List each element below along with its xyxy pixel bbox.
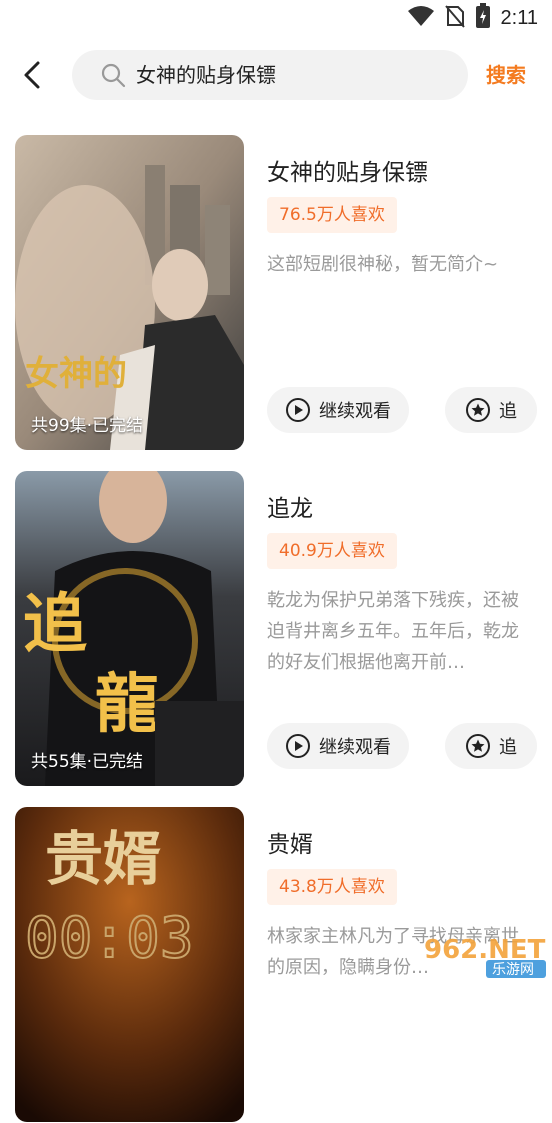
svg-text:乐游网: 乐游网 xyxy=(492,962,534,978)
back-button[interactable] xyxy=(16,57,52,93)
follow-button[interactable]: 追 xyxy=(445,387,537,433)
status-bar: 2:11 xyxy=(0,0,552,36)
battery-charging-icon xyxy=(475,3,491,33)
drama-title[interactable]: 贵婿 xyxy=(267,825,313,859)
continue-watching-button[interactable]: 继续观看 xyxy=(267,387,409,433)
star-circle-icon xyxy=(466,734,490,758)
result-card[interactable]: 女神的 共99集·已完结 女神的贴身保镖 76.5万人喜欢 这部短剧很神秘，暂无… xyxy=(0,135,552,451)
svg-text:女神的: 女神的 xyxy=(25,354,127,394)
poster-image: 贵婿 00:03 xyxy=(15,807,244,1122)
drama-title[interactable]: 追龙 xyxy=(267,489,313,523)
continue-watching-button[interactable]: 继续观看 xyxy=(267,723,409,769)
star-circle-icon xyxy=(466,398,490,422)
chevron-left-icon xyxy=(24,61,40,89)
episode-badge: 共99集·已完结 xyxy=(31,416,144,436)
poster[interactable]: 女神的 共99集·已完结 xyxy=(15,135,244,450)
follow-button[interactable]: 追 xyxy=(445,723,537,769)
poster-image: 追 龍 xyxy=(15,471,244,786)
result-card[interactable]: 追 龍 共55集·已完结 追龙 40.9万人喜欢 乾龙为保护兄弟落下残疾，还被迫… xyxy=(0,471,552,787)
continue-watching-label: 继续观看 xyxy=(319,401,391,422)
drama-title[interactable]: 女神的贴身保镖 xyxy=(267,153,428,187)
status-time: 2:11 xyxy=(500,6,538,29)
likes-tag: 40.9万人喜欢 xyxy=(267,533,397,569)
watermark-logo: 962.NET 乐游网 xyxy=(424,935,546,978)
follow-label: 追 xyxy=(499,401,517,422)
poster[interactable]: 贵婿 00:03 xyxy=(15,807,244,1122)
poster-image: 女神的 xyxy=(15,135,244,450)
search-button[interactable]: 搜索 xyxy=(486,48,526,102)
episode-badge: 共55集·已完结 xyxy=(31,752,144,772)
wifi-icon xyxy=(407,5,435,31)
svg-text:追: 追 xyxy=(23,587,87,662)
likes-tag: 43.8万人喜欢 xyxy=(267,869,397,905)
no-sim-icon xyxy=(444,4,465,32)
site-watermark: 962.NET 乐游网 xyxy=(418,928,552,978)
continue-watching-label: 继续观看 xyxy=(319,737,391,758)
search-input[interactable]: 女神的贴身保镖 xyxy=(72,50,468,100)
svg-text:龍: 龍 xyxy=(95,667,159,742)
likes-tag: 76.5万人喜欢 xyxy=(267,197,397,233)
drama-description: 乾龙为保护兄弟落下残疾，还被迫背井离乡五年。五年后，乾龙的好友们根据他离开前… xyxy=(267,590,519,673)
drama-description: 这部短剧很神秘，暂无简介~ xyxy=(267,254,499,275)
search-icon xyxy=(101,63,126,88)
play-circle-icon xyxy=(286,734,310,758)
search-header: 女神的贴身保镖 搜索 xyxy=(0,48,552,102)
svg-text:贵婿: 贵婿 xyxy=(45,825,161,893)
play-circle-icon xyxy=(286,398,310,422)
follow-label: 追 xyxy=(499,737,517,758)
search-query: 女神的贴身保镖 xyxy=(136,63,276,87)
svg-text:00:03: 00:03 xyxy=(25,906,194,971)
status-icons: 2:11 xyxy=(407,3,538,33)
poster[interactable]: 追 龍 共55集·已完结 xyxy=(15,471,244,786)
